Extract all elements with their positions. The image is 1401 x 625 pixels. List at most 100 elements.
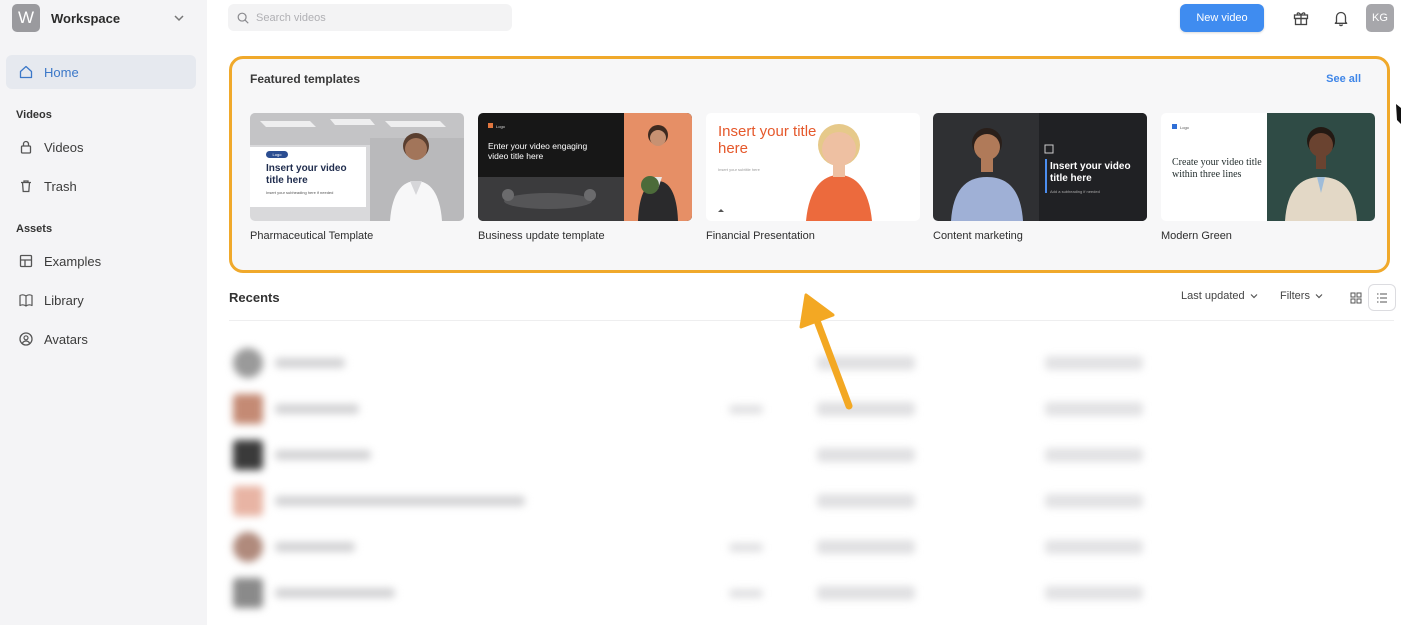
video-thumbnail bbox=[233, 394, 263, 424]
sidebar: W Workspace Home Videos Videos Trash Ass… bbox=[0, 0, 207, 625]
user-avatar[interactable]: KG bbox=[1366, 4, 1394, 32]
video-date bbox=[1045, 402, 1143, 416]
sidebar-section-videos: Videos bbox=[16, 109, 52, 121]
mouse-cursor-icon bbox=[1396, 104, 1401, 124]
sidebar-item-home[interactable]: Home bbox=[6, 55, 196, 89]
search-icon bbox=[237, 12, 249, 24]
video-size bbox=[729, 543, 763, 552]
search-box[interactable] bbox=[228, 4, 512, 31]
sort-label: Last updated bbox=[1181, 290, 1245, 302]
list-icon bbox=[1377, 293, 1387, 302]
sidebar-item-label: Examples bbox=[44, 253, 102, 269]
table-row[interactable] bbox=[229, 578, 1394, 612]
sidebar-item-trash[interactable]: Trash bbox=[6, 169, 196, 203]
video-owner bbox=[817, 540, 915, 554]
template-headline: Insert your video title here bbox=[1050, 161, 1131, 184]
table-row[interactable] bbox=[229, 394, 1394, 428]
sidebar-item-label: Home bbox=[44, 64, 79, 80]
template-logo-badge: Logo bbox=[1180, 125, 1189, 130]
video-name bbox=[275, 542, 355, 552]
template-logo-badge: Logo bbox=[496, 124, 505, 129]
template-card-pharmaceutical[interactable]: Logo Insert your video title here Insert… bbox=[250, 113, 464, 242]
video-owner bbox=[817, 586, 915, 600]
gift-icon[interactable] bbox=[1292, 9, 1310, 27]
template-card-financial-presentation[interactable]: Insert your title here Insert your subti… bbox=[706, 113, 920, 242]
video-thumbnail bbox=[233, 348, 263, 378]
list-view-button[interactable] bbox=[1369, 285, 1395, 310]
video-name bbox=[275, 496, 525, 506]
template-thumbnail: Logo Insert your video title here Insert… bbox=[250, 113, 464, 221]
workspace-switcher[interactable]: W Workspace bbox=[12, 4, 187, 32]
template-card-label: Content marketing bbox=[933, 230, 1023, 242]
featured-templates-panel: Featured templates See all Logo Insert y… bbox=[229, 56, 1390, 273]
filters-label: Filters bbox=[1280, 290, 1310, 302]
video-name bbox=[275, 450, 371, 460]
recents-title: Recents bbox=[229, 290, 280, 305]
filters-dropdown[interactable]: Filters bbox=[1280, 290, 1324, 302]
sidebar-item-label: Videos bbox=[44, 139, 84, 155]
lock-icon bbox=[20, 140, 32, 154]
sidebar-item-label: Trash bbox=[44, 178, 77, 194]
video-owner bbox=[817, 356, 915, 370]
template-card-modern-green[interactable]: Logo Create your video title within thre… bbox=[1161, 113, 1375, 242]
sidebar-item-videos[interactable]: Videos bbox=[6, 130, 196, 164]
template-logo-badge: Logo bbox=[266, 151, 288, 158]
video-thumbnail bbox=[233, 486, 263, 516]
recents-divider bbox=[229, 320, 1394, 321]
layout-icon bbox=[19, 254, 33, 268]
video-name bbox=[275, 358, 345, 368]
video-name bbox=[275, 588, 395, 598]
bell-icon[interactable] bbox=[1332, 9, 1350, 27]
table-row[interactable] bbox=[229, 486, 1394, 520]
template-subtitle: Insert your subheading here if needed bbox=[266, 190, 334, 195]
template-card-business-update[interactable]: Logo Enter your video engaging video tit… bbox=[478, 113, 692, 242]
trash-icon bbox=[21, 180, 31, 193]
video-owner bbox=[817, 448, 915, 462]
chevron-down-icon bbox=[174, 15, 184, 22]
video-thumbnail bbox=[233, 532, 263, 562]
template-subtitle: Add a subheading if needed bbox=[1050, 189, 1100, 194]
sidebar-item-avatars[interactable]: Avatars bbox=[6, 322, 196, 356]
video-date bbox=[1045, 540, 1143, 554]
video-name bbox=[275, 404, 359, 414]
template-thumbnail: Insert your video title here Add a subhe… bbox=[933, 113, 1147, 221]
user-circle-icon bbox=[19, 332, 33, 346]
chevron-down-icon bbox=[1250, 294, 1258, 299]
table-row[interactable] bbox=[229, 440, 1394, 474]
template-headline: Insert your video title here bbox=[266, 163, 347, 186]
template-thumbnail: Insert your title here Insert your subti… bbox=[706, 113, 920, 221]
sidebar-item-label: Avatars bbox=[44, 331, 88, 347]
sidebar-item-library[interactable]: Library bbox=[6, 283, 196, 317]
template-headline: Insert your title here bbox=[718, 123, 817, 157]
sidebar-item-label: Library bbox=[44, 292, 84, 308]
grid-view-button[interactable] bbox=[1343, 285, 1369, 310]
search-input[interactable] bbox=[256, 11, 496, 24]
see-all-link[interactable]: See all bbox=[1326, 73, 1361, 85]
table-row[interactable] bbox=[229, 348, 1394, 382]
video-size bbox=[729, 405, 763, 414]
chevron-down-icon bbox=[1315, 294, 1323, 299]
view-toggle bbox=[1343, 285, 1395, 310]
template-preview-image bbox=[478, 113, 692, 221]
video-date bbox=[1045, 586, 1143, 600]
template-card-label: Business update template bbox=[478, 230, 605, 242]
sort-dropdown[interactable]: Last updated bbox=[1181, 290, 1259, 302]
video-date bbox=[1045, 448, 1143, 462]
video-date bbox=[1045, 356, 1143, 370]
template-card-content-marketing[interactable]: Insert your video title here Add a subhe… bbox=[933, 113, 1147, 242]
sidebar-section-assets: Assets bbox=[16, 223, 53, 235]
video-owner bbox=[817, 494, 915, 508]
video-thumbnail bbox=[233, 440, 263, 470]
template-card-label: Financial Presentation bbox=[706, 230, 815, 242]
new-video-button[interactable]: New video bbox=[1180, 4, 1264, 32]
video-owner bbox=[817, 402, 915, 416]
template-card-label: Modern Green bbox=[1161, 230, 1232, 242]
table-row[interactable] bbox=[229, 532, 1394, 566]
home-icon bbox=[19, 65, 33, 79]
video-thumbnail bbox=[233, 578, 263, 608]
sidebar-item-examples[interactable]: Examples bbox=[6, 244, 196, 278]
book-icon bbox=[19, 294, 33, 307]
app: W Workspace Home Videos Videos Trash Ass… bbox=[0, 0, 1401, 625]
template-headline: Enter your video engaging video title he… bbox=[488, 141, 588, 161]
template-thumbnail: Logo Enter your video engaging video tit… bbox=[478, 113, 692, 221]
